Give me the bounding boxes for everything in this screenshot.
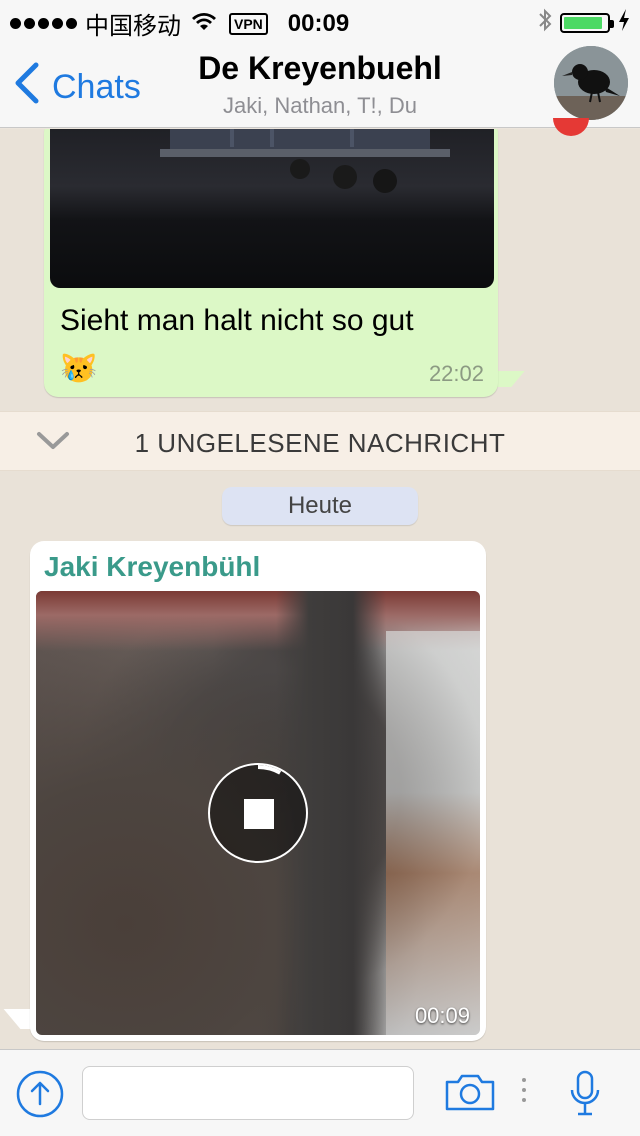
video-duration: 00:09 — [414, 1003, 470, 1028]
chat-participants: Jaki, Nathan, T!, Du — [222, 93, 417, 118]
stop-icon — [244, 799, 274, 829]
navigation-bar: Chats De Kreyenbuehl Jaki, Nathan, T!, D… — [0, 40, 640, 128]
status-bar: 中国移动 VPN 00:09 — [0, 0, 640, 40]
chevron-left-icon — [14, 62, 40, 113]
chat-title: De Kreyenbuehl — [198, 50, 442, 86]
vpn-indicator: VPN — [229, 12, 268, 35]
wifi-icon — [191, 10, 217, 38]
date-separator: Heute — [222, 487, 418, 525]
chat-area[interactable]: Sieht man halt nicht so gut😿 22:02 1 UNG… — [0, 129, 640, 1049]
share-button[interactable] — [16, 1070, 64, 1118]
bluetooth-icon — [538, 8, 552, 37]
stop-download-button[interactable] — [208, 763, 308, 863]
message-timestamp: 22:02 — [428, 361, 484, 386]
microphone-button[interactable] — [568, 1070, 602, 1123]
outgoing-message[interactable]: Sieht man halt nicht so gut😿 22:02 — [44, 129, 498, 397]
chat-header[interactable]: De Kreyenbuehl Jaki, Nathan, T!, Du — [120, 50, 520, 119]
status-time: 00:09 — [287, 9, 350, 37]
more-options-icon[interactable] — [522, 1078, 526, 1102]
signal-strength-icon — [10, 18, 77, 29]
photo-attachment[interactable] — [50, 129, 494, 288]
microphone-icon — [570, 1070, 600, 1116]
sender-name: Jaki Kreyenbühl — [44, 551, 261, 582]
charging-icon — [618, 9, 630, 36]
unread-label: 1 UNGELESENE NACHRICHT — [134, 428, 506, 458]
message-input[interactable] — [82, 1066, 414, 1120]
carrier-name: 中国移动 — [85, 13, 181, 40]
camera-icon — [445, 1074, 495, 1111]
group-avatar[interactable] — [554, 46, 628, 120]
camera-button[interactable] — [444, 1072, 496, 1117]
message-input-bar — [0, 1049, 640, 1136]
arrow-up-circle-icon — [16, 1070, 64, 1118]
unread-banner: 1 UNGELESENE NACHRICHT — [0, 411, 640, 471]
incoming-message[interactable]: Jaki Kreyenbühl 00:09 — [30, 541, 486, 1041]
battery-icon — [560, 12, 614, 33]
video-attachment[interactable]: 00:09 — [36, 591, 480, 1035]
message-text: Sieht man halt nicht so gut😿 — [60, 304, 414, 385]
